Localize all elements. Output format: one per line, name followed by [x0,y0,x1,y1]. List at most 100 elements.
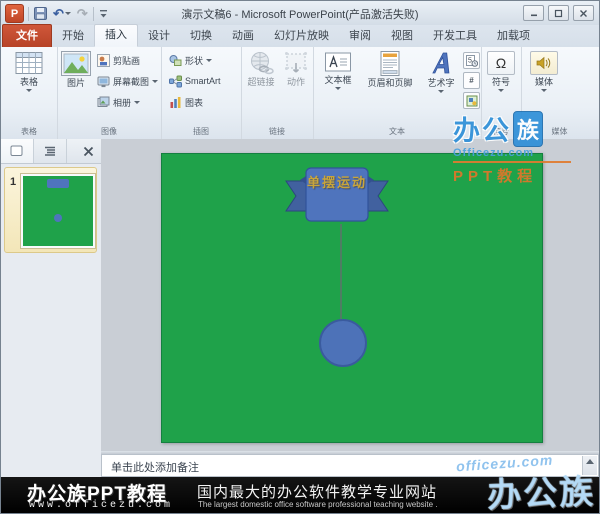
button-label: 媒体 [534,77,553,87]
close-pane-icon [83,146,93,156]
header-footer-button[interactable]: 页眉和页脚 [361,47,419,111]
smartart-button[interactable]: SmartArt [167,73,241,89]
screenshot-icon [97,76,110,87]
pendulum-bob-shape[interactable] [319,319,367,367]
tab-addins[interactable]: 加载项 [487,26,540,47]
shapes-button[interactable]: 形状 [167,52,241,68]
photo-album-icon [97,96,110,107]
textbox-button[interactable]: 文本框 [317,47,359,111]
button-label: 超链接 [247,77,275,87]
slide-thumbnail-1[interactable]: 1 [4,167,97,253]
wordart-icon [432,52,450,74]
save-button[interactable] [33,5,48,23]
smartart-icon [169,75,182,87]
tab-review[interactable]: 审阅 [339,26,381,47]
chevron-down-icon [152,79,159,83]
separator [28,6,29,21]
close-icon [580,9,587,17]
tab-slides-thumbnails[interactable] [1,139,34,163]
qat-customize-button[interactable] [98,5,109,23]
restore-button[interactable] [548,5,569,21]
button-label: 页眉和页脚 [367,78,413,88]
picture-icon [61,51,91,76]
minimize-button[interactable] [523,5,544,21]
group-text: 文本框 页眉和页脚 艺术字 5 # 文本 [313,47,482,139]
chart-icon [170,96,181,108]
slide-thumbnail-image [21,174,95,248]
group-images: 图片 剪贴画 屏幕截图 相册 图像 [57,47,162,139]
thumbnail-banner-shape [47,179,69,188]
screenshot-button[interactable]: 屏幕截图 [95,73,160,89]
tab-developer[interactable]: 开发工具 [423,26,487,47]
group-media: 媒体 媒体 [521,47,598,139]
button-label: 图表 [185,97,204,108]
datetime-icon: 5 [465,54,478,67]
group-label-illustrations: 插图 [193,127,209,136]
chevron-down-icon [206,58,213,62]
pendulum-string-shape[interactable] [340,224,342,322]
date-time-button[interactable]: 5 [463,52,480,69]
tab-home[interactable]: 开始 [52,26,94,47]
group-label-symbols: 符号 [493,127,509,136]
group-links: 超链接 动作 链接 [241,47,314,139]
footer-url-text: www.officezu.com [29,500,174,511]
media-button[interactable]: 媒体 [521,47,567,111]
action-button[interactable]: 动作 [281,47,311,111]
slides-tab-icon [10,145,23,156]
tab-transitions[interactable]: 切换 [180,26,222,47]
object-icon [466,95,477,106]
textbox-icon [325,52,351,72]
header-footer-icon [380,51,400,76]
chevron-down-icon [541,89,547,92]
wordart-button[interactable]: 艺术字 [421,47,461,111]
images-small-buttons: 剪贴画 屏幕截图 相册 [95,47,160,111]
notes-scrollbar[interactable] [582,456,597,475]
powerpoint-logo-icon[interactable]: P [5,4,24,23]
tab-design[interactable]: 设计 [138,26,180,47]
notes-placeholder[interactable]: 单击此处添加备注 [111,459,199,475]
photo-album-button[interactable]: 相册 [95,94,160,110]
tab-slideshow[interactable]: 幻灯片放映 [264,26,339,47]
thumbnail-pendulum-dot [54,214,62,222]
slide-number-button[interactable]: # [463,72,480,89]
symbol-omega-icon: Ω [487,51,515,75]
symbol-button[interactable]: Ω 符号 [481,47,521,111]
chart-button[interactable]: 图表 [167,94,241,110]
clipart-button[interactable]: 剪贴画 [95,52,160,68]
slide-title-text[interactable]: 单摆运动 [306,174,368,191]
group-label-text: 文本 [389,127,405,136]
close-button[interactable] [573,5,594,21]
svg-text:5: 5 [468,57,472,64]
redo-button[interactable]: ↷ [76,5,89,23]
quick-access-toolbar: P ↶ ↷ [5,4,109,23]
hyperlink-button[interactable]: 超链接 [243,47,279,111]
button-label: 形状 [185,55,204,66]
group-label-media: 媒体 [551,127,568,136]
close-pane-button[interactable] [75,139,101,163]
chevron-down-icon [335,87,341,90]
minimize-icon [530,14,537,17]
save-icon [34,7,47,20]
tab-file[interactable]: 文件 [2,24,52,47]
tab-outline[interactable] [34,139,67,163]
slide-number-label: 1 [10,176,17,188]
clipart-icon [97,53,110,67]
slide-canvas[interactable]: 单摆运动 [161,153,543,443]
button-label: SmartArt [185,76,221,86]
insert-picture-button[interactable]: 图片 [57,47,95,111]
tab-animations[interactable]: 动画 [222,26,264,47]
chevron-down-icon [64,12,71,15]
group-symbols: Ω 符号 符号 [481,47,522,139]
group-table: 表格 表格 [1,47,58,139]
notes-pane[interactable]: 单击此处添加备注 officezu.com [101,452,599,477]
slides-pane-tabs [1,139,101,164]
tab-insert[interactable]: 插入 [94,24,138,47]
insert-object-button[interactable] [463,92,480,109]
hyperlink-icon [251,52,274,75]
undo-button[interactable]: ↶ [52,5,72,23]
footer-tagline-en: The largest domestic office software pro… [198,500,438,509]
insert-table-button[interactable]: 表格 [1,47,57,111]
slide-editing-area[interactable]: 单摆运动 [101,139,599,451]
outline-tab-icon [45,146,55,156]
tab-view[interactable]: 视图 [381,26,423,47]
